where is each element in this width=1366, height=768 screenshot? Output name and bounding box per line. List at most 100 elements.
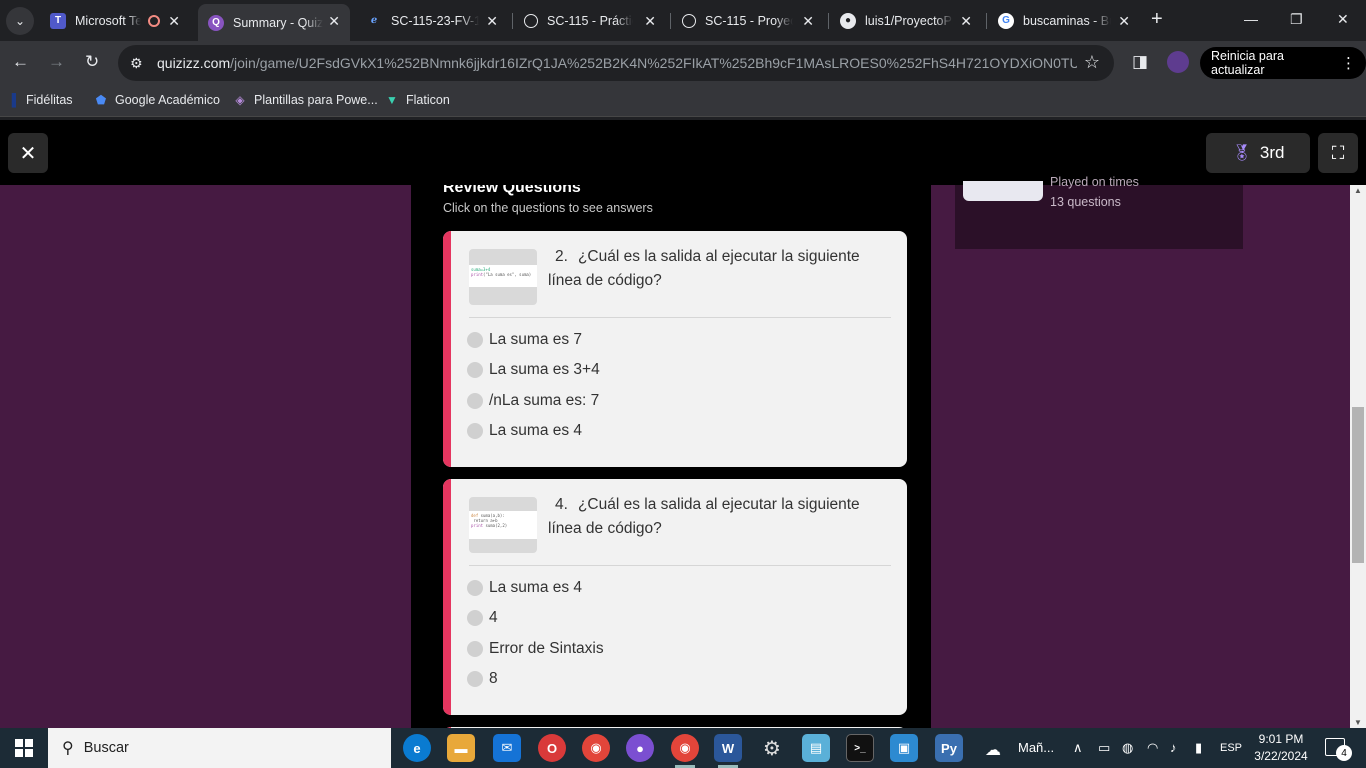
page-scrollbar[interactable]: ▲ ▼ [1350,185,1366,728]
reload-icon[interactable]: ↻ [85,52,99,72]
tab-summary-quizizz[interactable]: Q Summary - Quizizz ✕ [198,4,350,41]
url-text: quizizz.com/join/game/U2FsdGVkX1%252BNmn… [157,55,1077,71]
tab-sc-115-23-fv-1[interactable]: ℯ SC-115-23-FV-1 ✕ [356,4,508,37]
notification-center-icon[interactable]: 4 [1325,738,1352,761]
taskbar-search[interactable]: ⚲ Buscar [48,728,391,768]
url-host: quizizz.com [157,55,231,71]
close-tab-icon[interactable]: ✕ [960,13,972,30]
tab-strip: ⌄ T Microsoft Teams ✕ Q Summary - Quiziz… [0,0,1366,41]
forward-icon[interactable]: → [48,52,65,72]
globe-icon [682,13,696,28]
question-text: 2. ¿Cuál es la salida al ejecutar la sigu… [548,245,888,293]
back-icon[interactable]: ← [12,52,29,72]
incorrect-indicator-bar [443,479,451,715]
played-times: Played on times [1050,175,1139,189]
scroll-down-icon[interactable]: ▼ [1354,718,1362,727]
site-info-icon[interactable]: ⚙ [130,55,148,72]
review-subtitle: Click on the questions to see answers [443,201,653,215]
radio-icon [467,362,483,378]
globe-icon [524,13,538,28]
answer-option: 4 [467,609,498,627]
close-tab-icon[interactable]: ✕ [644,13,656,30]
notes-icon[interactable]: ▤ [802,734,830,762]
tab-separator [512,13,513,29]
question-card[interactable]: def suma(a,b): return a+b print suma(2,2)… [443,479,907,715]
weather-text[interactable]: Mañ... [1018,740,1054,755]
word-icon[interactable]: W [714,734,742,762]
tab-sc-115-practica[interactable]: SC-115 - Práctica ✕ [514,4,666,37]
radio-icon [467,671,483,687]
settings-icon[interactable]: ⚙ [758,734,786,762]
mail-icon[interactable]: ✉ [493,734,521,762]
bookmark-flaticon[interactable]: ▼ Flaticon [384,92,450,108]
notification-count: 4 [1336,745,1352,761]
menu-dots-icon: ⋮ [1341,55,1356,72]
scrollbar-thumb[interactable] [1352,407,1364,563]
quiz-header: ✕ 🏅︎ 3rd ⛶ [0,120,1366,185]
bookmark-plantillas[interactable]: ◈ Plantillas para Powe... [232,92,377,108]
wifi-icon[interactable]: ◠ [1147,740,1158,756]
close-tab-icon[interactable]: ✕ [168,13,180,30]
bookmark-google-academico[interactable]: ⬟ Google Académico [93,92,220,108]
fullscreen-icon: ⛶ [1331,142,1345,163]
restore-icon[interactable]: ❐ [1290,11,1303,28]
question-prompt: ¿Cuál es la salida al ejecutar la siguie… [548,496,860,537]
battery-icon[interactable]: ▭ [1098,740,1110,756]
weather-icon[interactable]: ☁ [985,740,1001,760]
bookmark-label: Fidélitas [26,93,73,107]
close-quiz-button[interactable]: ✕ [8,133,48,173]
answer-option: Error de Sintaxis [467,640,604,658]
microphone-icon[interactable]: ▮ [1195,740,1202,756]
network-globe-icon[interactable]: ◍ [1122,740,1133,756]
close-icon: ✕ [19,142,37,165]
tab-title: buscaminas - Buscar [1023,13,1111,28]
tab-title: SC-115 - Proyecto [705,13,793,28]
windows-start-icon[interactable] [15,739,33,757]
terminal-icon[interactable]: >_ [846,734,874,762]
question-count: 13 questions [1050,195,1121,209]
review-title: Review Questions [443,185,581,196]
side-panel-icon[interactable]: ◨ [1132,52,1148,72]
language-indicator[interactable]: ESP [1220,742,1242,754]
python-icon[interactable]: Py [935,734,963,762]
chrome-icon[interactable]: ◉ [582,734,610,762]
edge-icon[interactable]: e [403,734,431,762]
address-bar[interactable]: ⚙ quizizz.com/join/game/U2FsdGVkX1%252BN… [118,45,1114,81]
option-label: /nLa suma es: 7 [489,392,600,409]
restart-to-update-button[interactable]: Reinicia para actualizar ⋮ [1200,47,1366,79]
file-explorer-icon[interactable]: ▬ [447,734,475,762]
github-desktop-icon[interactable]: ● [626,734,654,762]
bookmark-label: Flaticon [406,93,450,107]
volume-icon[interactable]: ♪ [1170,740,1177,755]
clock[interactable]: 9:01 PM 3/22/2024 [1248,731,1314,765]
tab-search-chevron-icon[interactable]: ⌄ [6,7,34,35]
bookmark-fidelitas[interactable]: ▌ Fidélitas [12,92,73,108]
chrome-profile-icon[interactable]: ◉ [671,734,699,762]
question-code-image: def suma(a,b): return a+b print suma(2,2) [469,497,537,553]
close-tab-icon[interactable]: ✕ [486,13,498,30]
tab-sc-115-proyecto[interactable]: SC-115 - Proyecto ✕ [672,4,824,37]
opera-icon[interactable]: O [538,734,566,762]
new-tab-icon[interactable]: + [1151,9,1163,29]
scroll-up-icon[interactable]: ▲ [1354,186,1362,195]
windows-taskbar: ⚲ Buscar e ▬ ✉ O ◉ ● ◉ W ⚙ ▤ >_ ▣ Py ☁ M… [0,728,1366,768]
close-tab-icon[interactable]: ✕ [802,13,814,30]
minimize-icon[interactable]: — [1244,11,1258,27]
tab-github-proyecto[interactable]: ● luis1/ProyectoPr ✕ [830,4,982,37]
bookmark-star-icon[interactable]: ☆ [1084,52,1100,73]
window-close-icon[interactable]: ✕ [1337,11,1349,28]
profile-avatar[interactable] [1167,51,1189,73]
close-tab-icon[interactable]: ✕ [328,13,340,30]
close-tab-icon[interactable]: ✕ [1118,13,1130,30]
quiz-info-card[interactable]: Played on times 13 questions [955,175,1243,249]
tray-expand-icon[interactable]: ∧ [1073,740,1083,756]
tab-title: SC-115 - Práctica [547,13,633,28]
tab-separator [986,13,987,29]
remote-desktop-icon[interactable]: ▣ [890,734,918,762]
fullscreen-button[interactable]: ⛶ [1318,133,1358,173]
tab-buscaminas-search[interactable]: G buscaminas - Buscar ✕ [988,4,1140,37]
tab-title: Summary - Quizizz [233,15,323,30]
question-card[interactable]: suma=3+4 print("La suma es", suma) 2. ¿Cuá… [443,231,907,467]
tab-microsoft-teams[interactable]: T Microsoft Teams ✕ [40,4,190,37]
option-label: La suma es 4 [489,579,583,596]
